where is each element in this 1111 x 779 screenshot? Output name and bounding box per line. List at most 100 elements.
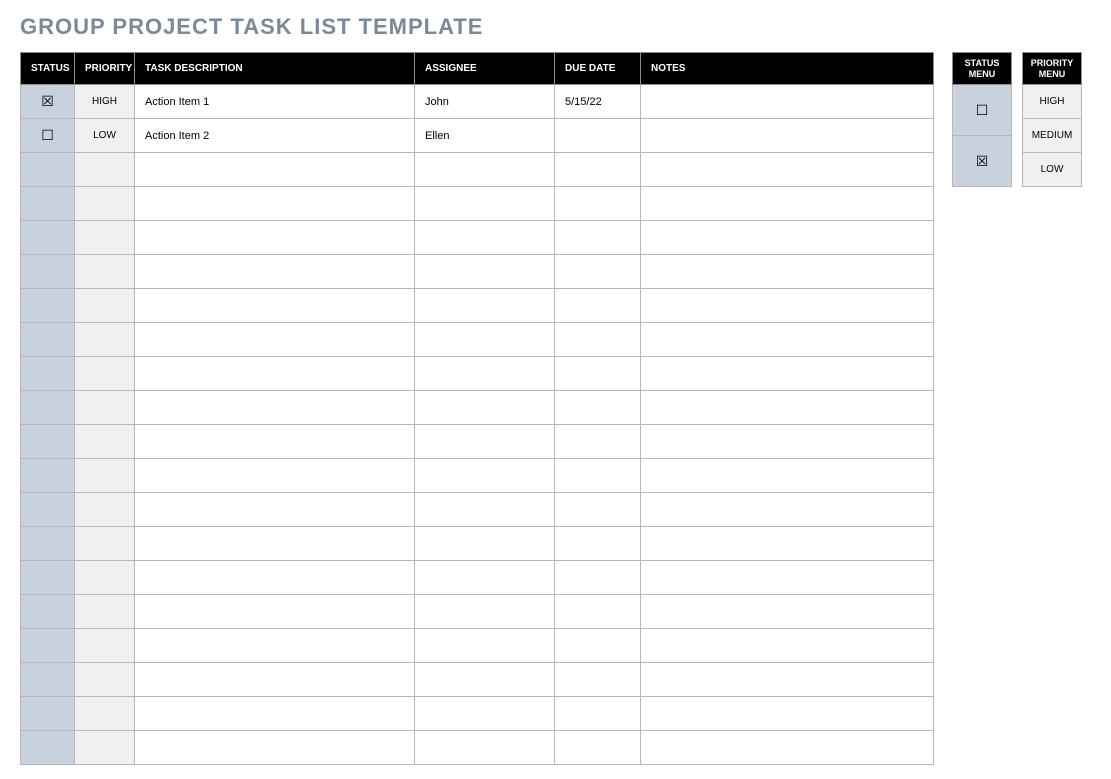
duedate-cell[interactable] [555, 527, 641, 561]
duedate-cell[interactable] [555, 663, 641, 697]
task-description-cell[interactable] [135, 731, 415, 765]
status-cell[interactable] [21, 357, 75, 391]
priority-cell[interactable] [75, 527, 135, 561]
status-cell[interactable] [21, 663, 75, 697]
notes-cell[interactable] [641, 731, 934, 765]
notes-cell[interactable] [641, 153, 934, 187]
status-cell[interactable] [21, 561, 75, 595]
task-description-cell[interactable] [135, 595, 415, 629]
priority-cell[interactable] [75, 187, 135, 221]
assignee-cell[interactable] [415, 187, 555, 221]
notes-cell[interactable] [641, 255, 934, 289]
notes-cell[interactable] [641, 663, 934, 697]
notes-cell[interactable] [641, 391, 934, 425]
notes-cell[interactable] [641, 595, 934, 629]
notes-cell[interactable] [641, 357, 934, 391]
task-description-cell[interactable]: Action Item 2 [135, 119, 415, 153]
task-description-cell[interactable] [135, 527, 415, 561]
priority-cell[interactable]: HIGH [75, 85, 135, 119]
priority-cell[interactable] [75, 221, 135, 255]
assignee-cell[interactable] [415, 289, 555, 323]
status-cell[interactable]: ☒ [21, 85, 75, 119]
duedate-cell[interactable]: 5/15/22 [555, 85, 641, 119]
assignee-cell[interactable] [415, 731, 555, 765]
priority-menu-item[interactable]: LOW [1023, 153, 1082, 187]
duedate-cell[interactable] [555, 255, 641, 289]
status-cell[interactable] [21, 697, 75, 731]
duedate-cell[interactable] [555, 391, 641, 425]
priority-menu-item[interactable]: MEDIUM [1023, 119, 1082, 153]
duedate-cell[interactable] [555, 731, 641, 765]
priority-cell[interactable] [75, 289, 135, 323]
status-menu-item[interactable]: ☒ [953, 136, 1012, 187]
task-description-cell[interactable] [135, 629, 415, 663]
task-description-cell[interactable] [135, 289, 415, 323]
status-cell[interactable] [21, 187, 75, 221]
duedate-cell[interactable] [555, 153, 641, 187]
notes-cell[interactable] [641, 119, 934, 153]
assignee-cell[interactable]: John [415, 85, 555, 119]
task-description-cell[interactable] [135, 255, 415, 289]
assignee-cell[interactable] [415, 629, 555, 663]
notes-cell[interactable] [641, 323, 934, 357]
status-cell[interactable] [21, 459, 75, 493]
priority-cell[interactable] [75, 595, 135, 629]
status-cell[interactable] [21, 731, 75, 765]
status-cell[interactable] [21, 153, 75, 187]
priority-cell[interactable] [75, 357, 135, 391]
task-description-cell[interactable] [135, 561, 415, 595]
status-menu-item[interactable]: ☐ [953, 85, 1012, 136]
assignee-cell[interactable] [415, 493, 555, 527]
assignee-cell[interactable] [415, 527, 555, 561]
task-description-cell[interactable] [135, 663, 415, 697]
duedate-cell[interactable] [555, 595, 641, 629]
notes-cell[interactable] [641, 221, 934, 255]
duedate-cell[interactable] [555, 119, 641, 153]
status-cell[interactable] [21, 527, 75, 561]
assignee-cell[interactable] [415, 323, 555, 357]
priority-cell[interactable] [75, 153, 135, 187]
notes-cell[interactable] [641, 85, 934, 119]
priority-menu-item[interactable]: HIGH [1023, 85, 1082, 119]
duedate-cell[interactable] [555, 425, 641, 459]
notes-cell[interactable] [641, 289, 934, 323]
task-description-cell[interactable] [135, 697, 415, 731]
status-cell[interactable] [21, 391, 75, 425]
notes-cell[interactable] [641, 561, 934, 595]
assignee-cell[interactable] [415, 595, 555, 629]
assignee-cell[interactable] [415, 357, 555, 391]
task-description-cell[interactable] [135, 187, 415, 221]
status-cell[interactable] [21, 221, 75, 255]
duedate-cell[interactable] [555, 323, 641, 357]
assignee-cell[interactable] [415, 425, 555, 459]
priority-cell[interactable] [75, 697, 135, 731]
status-cell[interactable] [21, 323, 75, 357]
duedate-cell[interactable] [555, 289, 641, 323]
priority-cell[interactable] [75, 391, 135, 425]
status-cell[interactable] [21, 289, 75, 323]
priority-cell[interactable] [75, 255, 135, 289]
task-description-cell[interactable] [135, 357, 415, 391]
notes-cell[interactable] [641, 187, 934, 221]
task-description-cell[interactable] [135, 153, 415, 187]
duedate-cell[interactable] [555, 187, 641, 221]
assignee-cell[interactable] [415, 663, 555, 697]
notes-cell[interactable] [641, 697, 934, 731]
assignee-cell[interactable] [415, 255, 555, 289]
assignee-cell[interactable] [415, 561, 555, 595]
status-cell[interactable]: ☐ [21, 119, 75, 153]
priority-cell[interactable]: LOW [75, 119, 135, 153]
notes-cell[interactable] [641, 425, 934, 459]
task-description-cell[interactable] [135, 459, 415, 493]
assignee-cell[interactable] [415, 153, 555, 187]
status-cell[interactable] [21, 629, 75, 663]
notes-cell[interactable] [641, 459, 934, 493]
priority-cell[interactable] [75, 323, 135, 357]
priority-cell[interactable] [75, 493, 135, 527]
task-description-cell[interactable] [135, 391, 415, 425]
status-cell[interactable] [21, 493, 75, 527]
status-cell[interactable] [21, 255, 75, 289]
priority-cell[interactable] [75, 663, 135, 697]
task-description-cell[interactable] [135, 221, 415, 255]
notes-cell[interactable] [641, 527, 934, 561]
